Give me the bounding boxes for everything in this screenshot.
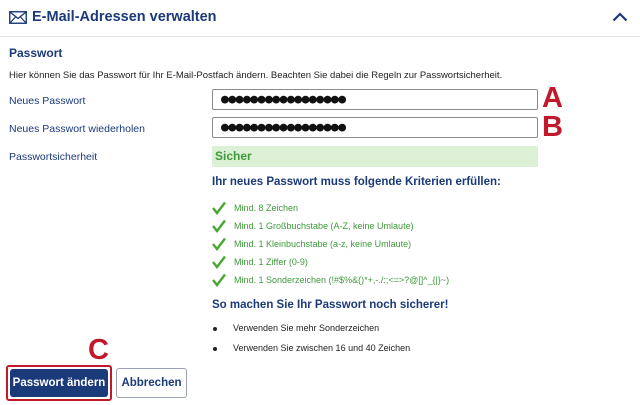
checkmark-icon <box>212 237 226 251</box>
chevron-up-icon[interactable] <box>612 12 628 22</box>
bullet-icon <box>213 347 217 351</box>
section-intro: Hier können Sie das Passwort für Ihr E-M… <box>9 70 503 81</box>
section-header[interactable]: E-Mail-Adressen verwalten <box>0 0 640 37</box>
criteria-text: Mind. 1 Kleinbuchstabe (a-z, keine Umlau… <box>234 239 412 249</box>
marker-a: A <box>542 82 563 114</box>
tip-text: Verwenden Sie zwischen 16 und 40 Zeichen <box>233 343 411 353</box>
change-password-button[interactable]: Passwort ändern <box>10 369 108 397</box>
criteria-text: Mind. 1 Großbuchstabe (A-Z, keine Umlaut… <box>234 221 414 231</box>
password-strength-indicator: Sicher <box>212 146 538 167</box>
repeat-password-field[interactable] <box>212 117 538 138</box>
repeat-password-label: Neues Passwort wiederholen <box>9 123 145 135</box>
tip-text: Verwenden Sie mehr Sonderzeichen <box>233 323 380 333</box>
section-title: Passwort <box>9 46 63 60</box>
checkmark-icon <box>212 219 226 233</box>
page-title: E-Mail-Adressen verwalten <box>32 9 217 25</box>
envelope-icon <box>9 11 27 24</box>
marker-b: B <box>542 111 563 143</box>
bullet-icon <box>213 327 217 331</box>
new-password-field[interactable] <box>212 89 538 110</box>
marker-c: C <box>88 334 109 366</box>
criteria-text: Mind. 1 Sonderzeichen (!#$%&()*+,-./:;<=… <box>234 275 450 285</box>
tips-heading: So machen Sie Ihr Passwort noch sicherer… <box>212 299 449 311</box>
new-password-label: Neues Passwort <box>9 95 86 107</box>
checkmark-icon <box>212 255 226 269</box>
checkmark-icon <box>212 201 226 215</box>
criteria-heading: Ihr neues Passwort muss folgende Kriteri… <box>212 176 501 188</box>
checkmark-icon <box>212 273 226 287</box>
criteria-text: Mind. 1 Ziffer (0-9) <box>234 257 308 267</box>
cancel-button[interactable]: Abbrechen <box>116 368 187 398</box>
password-strength-label: Passwortsicherheit <box>9 151 98 163</box>
criteria-text: Mind. 8 Zeichen <box>234 203 299 213</box>
